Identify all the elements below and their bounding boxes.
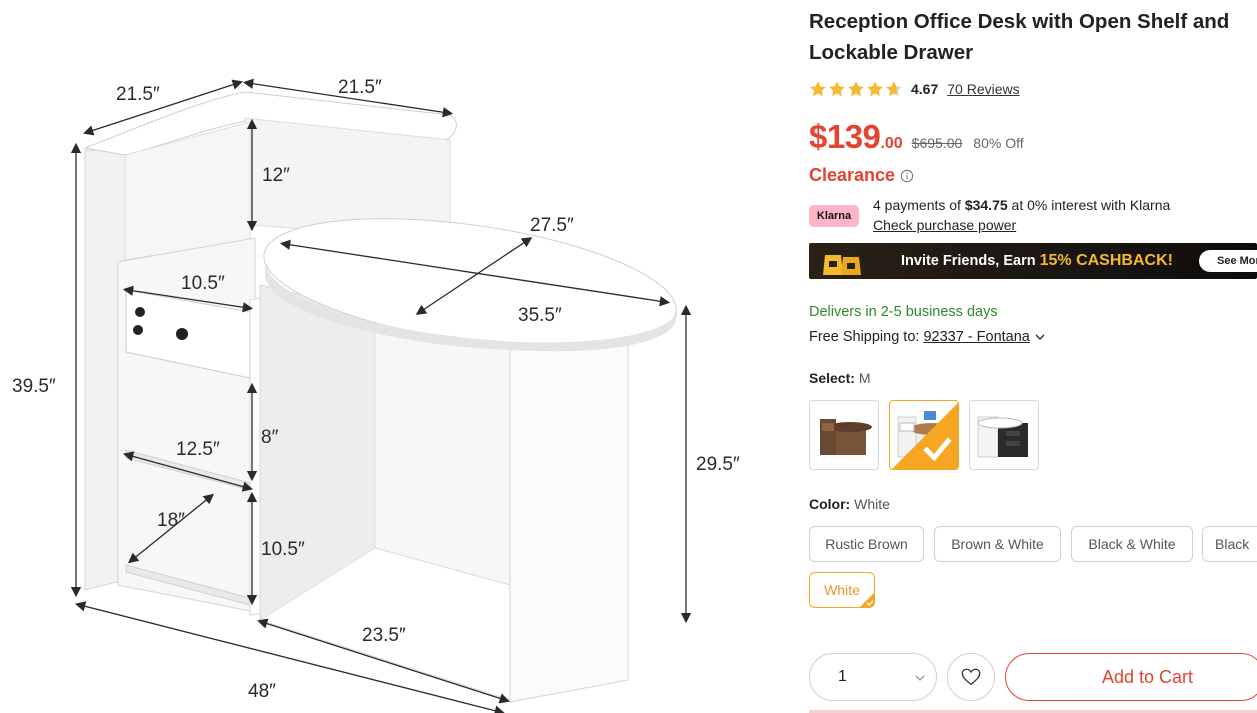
size-select-label: Select: M: [809, 370, 870, 386]
color-option-white-label: White: [824, 582, 860, 598]
color-label-text: Color:: [809, 496, 851, 512]
checkmark-icon: [892, 403, 958, 469]
wishlist-button[interactable]: [947, 653, 995, 701]
dim-drawer-width: 10.5″: [181, 273, 225, 294]
klarna-logo: Klarna: [809, 205, 859, 227]
discount-badge: 80% Off: [973, 135, 1024, 151]
color-option-brown-white[interactable]: Brown & White: [934, 526, 1061, 562]
rating-row: 4.67 70 Reviews: [809, 78, 1020, 100]
variant-thumbnail-white-selected[interactable]: [889, 400, 959, 470]
product-title: Reception Office Desk with Open Shelf an…: [809, 10, 1230, 64]
select-value: M: [858, 370, 871, 386]
dim-shelf-depth-2: 18″: [157, 510, 185, 531]
heart-icon: [961, 668, 981, 686]
dim-top-width: 27.5″: [530, 215, 574, 236]
klarna-suffix: at 0% interest with Klarna: [1007, 197, 1171, 213]
klarna-text: 4 payments of $34.75 at 0% interest with…: [873, 195, 1170, 215]
delivery-estimate: Delivers in 2-5 business days: [809, 304, 998, 320]
desk-thumbnail-image: [977, 416, 1028, 458]
shipping-label: Free Shipping to:: [809, 329, 920, 345]
color-option-rustic-brown[interactable]: Rustic Brown: [809, 526, 924, 562]
select-label-text: Select:: [809, 370, 855, 386]
reviews-link[interactable]: 70 Reviews: [947, 81, 1019, 97]
original-price: $695.00: [911, 135, 963, 151]
rating-value: 4.67: [911, 81, 939, 97]
desk-dimension-diagram: 21.5″ 21.5″ 12″ 27.5″ 10.5″ 35.5″ 39.5″ …: [12, 77, 740, 713]
dim-total-height: 39.5″: [12, 376, 56, 397]
check-purchase-power-link[interactable]: Check purchase power: [873, 215, 1016, 235]
product-image: 21.5″ 21.5″ 12″ 27.5″ 10.5″ 35.5″ 39.5″ …: [0, 0, 790, 713]
see-more-button[interactable]: See More: [1199, 250, 1257, 272]
klarna-amount: $34.75: [964, 197, 1008, 213]
dim-shelf-height-2: 10.5″: [261, 539, 305, 560]
dim-top-left: 21.5″: [116, 84, 160, 105]
star-icon: [829, 81, 845, 97]
chevron-down-icon[interactable]: [1034, 331, 1046, 343]
rating-stars: [809, 80, 904, 98]
dim-shelf-height-1: 8″: [261, 427, 279, 448]
quantity-select[interactable]: 1: [809, 653, 937, 701]
cashback-banner[interactable]: Invite Friends, Earn 15% CASHBACK! See M…: [809, 243, 1257, 279]
gift-bag-icon: [823, 249, 861, 275]
product-info-panel: Reception Office Desk with Open Shelf an…: [809, 0, 1257, 713]
sale-price: $139: [809, 118, 881, 155]
dim-top-length: 35.5″: [518, 305, 562, 326]
dim-top-right: 21.5″: [338, 77, 382, 98]
quantity-value: 1: [838, 668, 847, 685]
color-option-black-white[interactable]: Black & White: [1071, 526, 1193, 562]
dim-upper-gap: 12″: [262, 165, 290, 186]
clearance-label: Clearance: [809, 165, 896, 185]
star-icon: [867, 81, 883, 97]
shipping-row: Free Shipping to: 92337 - Fontana: [809, 329, 1046, 345]
color-value: White: [854, 496, 890, 512]
dim-knee-width: 23.5″: [362, 625, 406, 646]
dim-total-width: 48″: [248, 681, 276, 702]
clearance-row: Clearance: [809, 165, 914, 186]
desk-thumbnail-image: [820, 419, 872, 455]
cashback-highlight: 15% CASHBACK!: [1039, 252, 1173, 269]
price-row: $139 .00 $695.00 80% Off: [809, 118, 1024, 156]
variant-thumbnail-rustic[interactable]: [809, 400, 879, 470]
star-icon: [810, 81, 826, 97]
star-icon: [848, 81, 864, 97]
sale-price-cents: .00: [880, 135, 903, 152]
dim-shelf-depth-1: 12.5″: [176, 439, 220, 460]
chevron-down-icon: [915, 675, 925, 681]
color-option-white-selected[interactable]: White: [809, 572, 875, 608]
variant-thumbnail-black-white[interactable]: [969, 400, 1039, 470]
info-icon[interactable]: [900, 169, 914, 183]
klarna-prefix: 4 payments of: [873, 197, 965, 213]
cashback-prefix: Invite Friends, Earn: [901, 253, 1040, 269]
shipping-zip-link[interactable]: 92337 - Fontana: [923, 329, 1029, 345]
dim-desk-height: 29.5″: [696, 454, 740, 475]
color-option-black[interactable]: Black: [1202, 526, 1257, 562]
cashback-text: Invite Friends, Earn 15% CASHBACK!: [901, 252, 1173, 270]
checkmark-icon: [860, 593, 874, 607]
half-star-icon: [886, 81, 902, 97]
color-select-label: Color: White: [809, 496, 890, 512]
add-to-cart-button[interactable]: Add to Cart: [1005, 653, 1257, 701]
